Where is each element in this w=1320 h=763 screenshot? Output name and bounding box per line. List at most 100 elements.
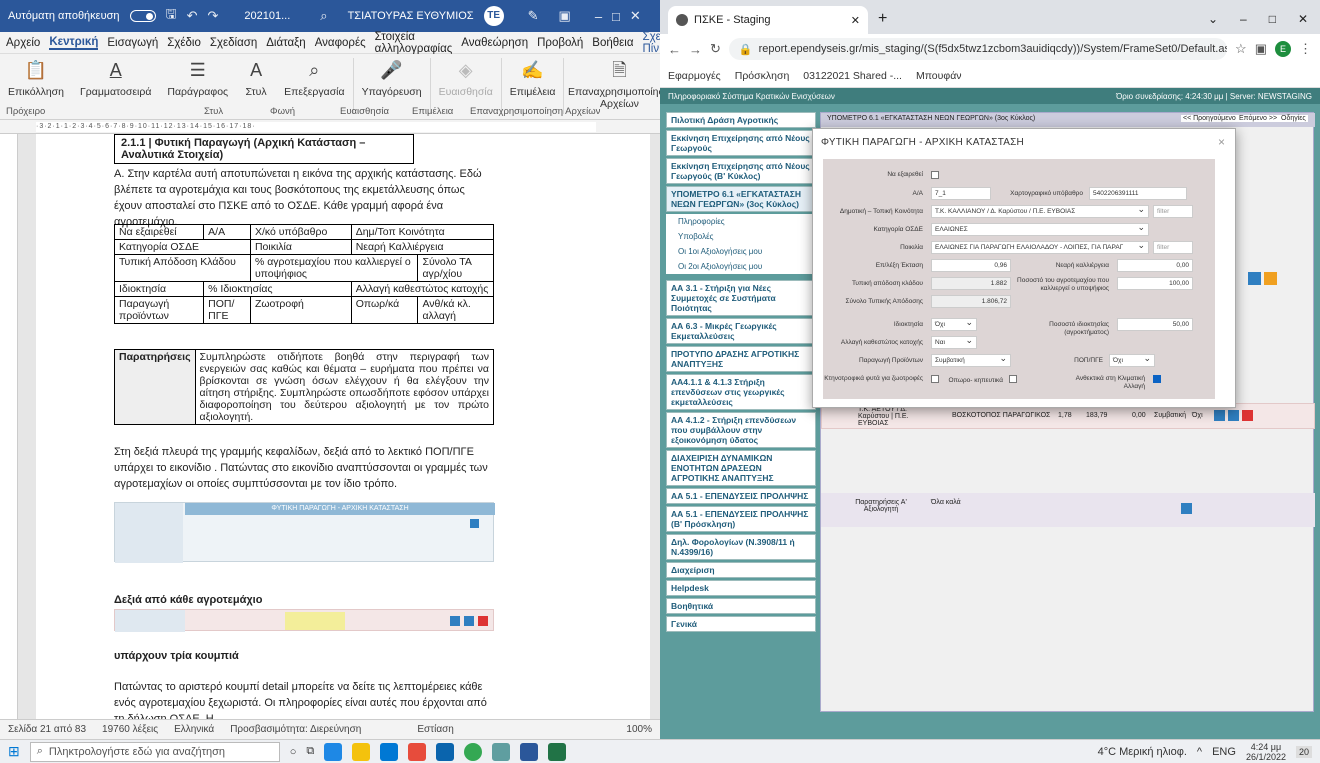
sidebar-item[interactable]: ΑΑ 5.1 - ΕΠΕΝΔΥΣΕΙΣ ΠΡΟΛΗΨΗΣ (Β' Πρόσκλη… bbox=[666, 506, 816, 532]
sidebar-item[interactable]: ΑΑ 5.1 - ΕΠΕΝΔΥΣΕΙΣ ΠΡΟΛΗΨΗΣ bbox=[666, 488, 816, 504]
sidebar-item[interactable]: Helpdesk bbox=[666, 580, 816, 596]
weather-widget[interactable]: 4°C Μερική ηλιοφ. bbox=[1098, 746, 1187, 758]
app-icon[interactable] bbox=[492, 742, 511, 761]
sidebar-item[interactable]: ΔΙΑΧΕΙΡΙΣΗ ΔΥΝΑΜΙΚΩΝ ΕΝΟΤΗΤΩΝ ΔΡΑΣΕΩΝ ΑΓ… bbox=[666, 450, 816, 486]
production-select[interactable]: Συμβατική bbox=[931, 354, 1011, 367]
sidebar-item[interactable]: Πιλοτική Δράση Αγροτικής bbox=[666, 112, 816, 128]
sidebar-item[interactable]: Γενικά bbox=[666, 616, 816, 632]
pct-field[interactable]: 100,00 bbox=[1117, 277, 1193, 290]
accessibility[interactable]: Προσβασιμότητα: Διερεύνηση bbox=[230, 724, 361, 735]
paste-button[interactable]: 📋 Επικόλληση bbox=[0, 58, 72, 98]
sidebar-item-active[interactable]: ΥΠΟΜΕΤΡΟ 6.1 «ΕΓΚΑΤΑΣΤΑΣΗ ΝΕΩΝ ΓΕΩΡΓΩΝ» … bbox=[666, 186, 816, 212]
task-view-icon[interactable]: ⧉ bbox=[306, 745, 314, 758]
back-icon[interactable]: ← bbox=[668, 42, 681, 57]
sidebar-item[interactable]: Εκκίνηση Επιχείρησης από Νέους Γεωργούς bbox=[666, 130, 816, 156]
variety-select[interactable]: ΕΛΑΙΩΝΕΣ ΓΙΑ ΠΑΡΑΓΩΓΗ ΕΛΑΙΟΛΑΔΟΥ - ΛΟΙΠΕ… bbox=[931, 241, 1149, 254]
pop-select[interactable]: Όχι bbox=[1109, 354, 1155, 367]
young-field[interactable]: 0,00 bbox=[1117, 259, 1193, 272]
undo-icon[interactable]: ↶ bbox=[187, 8, 198, 24]
bookmark-invite[interactable]: Πρόσκληση bbox=[735, 70, 790, 82]
excel-icon[interactable] bbox=[548, 742, 567, 761]
store-icon[interactable] bbox=[324, 742, 343, 761]
sidebar-item[interactable]: Δηλ. Φορολογίων (Ν.3908/11 ή Ν.4399/16) bbox=[666, 534, 816, 560]
change-select[interactable]: Ναι bbox=[931, 336, 977, 349]
aa-field[interactable]: 7_1 bbox=[931, 187, 991, 200]
menu-table-design[interactable]: Σχεδίαση Πίν bbox=[642, 31, 660, 55]
climate-checkbox[interactable] bbox=[1153, 375, 1161, 383]
styles-button[interactable]: A Στυλ bbox=[236, 58, 276, 98]
next-button[interactable]: Επόμενο >> bbox=[1237, 115, 1280, 122]
menu-view[interactable]: Προβολή bbox=[537, 37, 583, 49]
guide-button[interactable]: Οδηγίες bbox=[1279, 115, 1308, 122]
minimize-icon[interactable]: – bbox=[595, 9, 602, 24]
taskbar-search[interactable]: ⌕ Πληκτρολογήστε εδώ για αναζήτηση bbox=[29, 741, 280, 762]
input-language[interactable]: ENG bbox=[1212, 746, 1236, 758]
sidebar-item[interactable]: ΠΡΟΤΥΠΟ ΔΡΑΣΗΣ ΑΓΡΟΤΙΚΗΣ ΑΝΑΠΤΥΞΗΣ bbox=[666, 346, 816, 372]
own-pct-field[interactable]: 50,00 bbox=[1117, 318, 1193, 331]
search-icon[interactable]: ⌕ bbox=[320, 8, 327, 24]
paragraph-button[interactable]: ☰ Παράγραφος bbox=[159, 58, 236, 98]
sidebar-item[interactable]: ΑΑ 6.3 - Μικρές Γεωργικές Εκμεταλλεύσεις bbox=[666, 318, 816, 344]
menu-review[interactable]: Αναθεώρηση bbox=[461, 37, 528, 49]
tray-chevron-icon[interactable]: ^ bbox=[1197, 746, 1202, 758]
word-count[interactable]: 19760 λέξεις bbox=[102, 724, 158, 735]
cortana-icon[interactable]: ○ bbox=[290, 746, 297, 758]
sidebar-subitem-second-eval[interactable]: Οι 2οι Αξιολογήσεις μου bbox=[666, 259, 816, 274]
maximize-icon[interactable]: □ bbox=[612, 9, 620, 24]
community-filter[interactable]: filter bbox=[1153, 205, 1193, 218]
sidebar-item[interactable]: Διαχείριση bbox=[666, 562, 816, 578]
sidebar-item[interactable]: ΑΑ 3.1 - Στήριξη για Νέες Συμμετοχές σε … bbox=[666, 280, 816, 316]
mail-icon[interactable] bbox=[380, 742, 399, 761]
community-select[interactable]: Τ.Κ. ΚΑΛΛΙΑΝΟΥ / Δ. Καρύστου / Π.Ε. ΕΥΒΟ… bbox=[931, 205, 1149, 218]
category-select[interactable]: ΕΛΑΙΩΝΕΣ bbox=[931, 223, 1149, 236]
delete-button[interactable] bbox=[1242, 410, 1253, 421]
maximize-icon[interactable]: □ bbox=[1269, 12, 1276, 26]
close-icon[interactable]: ✕ bbox=[1298, 12, 1308, 26]
editing-button[interactable]: ⌕ Επεξεργασία bbox=[276, 58, 353, 98]
vertical-ruler[interactable] bbox=[0, 134, 18, 719]
sensitivity-button[interactable]: ◈ Ευαισθησία bbox=[431, 58, 501, 98]
menu-icon[interactable]: ⋮ bbox=[1299, 41, 1312, 57]
save-row-button[interactable] bbox=[1248, 272, 1261, 285]
file-name[interactable]: 202101... bbox=[244, 10, 290, 22]
sidebar-item[interactable]: Βοηθητικά bbox=[666, 598, 816, 614]
sidebar-item[interactable]: ΑΑ4.1.1 & 4.1.3 Στήριξη επενδύσεων στις … bbox=[666, 374, 816, 410]
office-icon[interactable] bbox=[408, 742, 427, 761]
profile-avatar[interactable]: E bbox=[1275, 41, 1291, 57]
reuse-button[interactable]: 🗎Επαναχρησιμοποίηση Αρχείων bbox=[564, 58, 660, 110]
clock[interactable]: 4:24 μμ 26/1/2022 bbox=[1246, 742, 1286, 762]
zoom-level[interactable]: 100% bbox=[626, 724, 652, 735]
map-field[interactable]: 5402206391111 bbox=[1089, 187, 1187, 200]
sidebar-subitem-first-eval[interactable]: Οι 1οι Αξιολογήσεις μου bbox=[666, 244, 816, 259]
dictate-button[interactable]: 🎤 Υπαγόρευση bbox=[354, 58, 430, 98]
menu-design[interactable]: Σχέδιο bbox=[167, 37, 201, 49]
sidebar-subitem-info[interactable]: Πληροφορίες bbox=[666, 214, 816, 229]
menu-home[interactable]: Κεντρική bbox=[49, 36, 99, 50]
redo-icon[interactable]: ↷ bbox=[208, 8, 219, 24]
chrome-icon[interactable] bbox=[464, 742, 483, 761]
sidebar-item[interactable]: ΑΑ 4.1.2 - Στήριξη επενδύσεων που συμβάλ… bbox=[666, 412, 816, 448]
focus-mode[interactable]: Εστίαση bbox=[417, 724, 454, 735]
extensions-icon[interactable]: ▣ bbox=[1255, 41, 1267, 57]
language[interactable]: Ελληνικά bbox=[174, 724, 214, 735]
document-page[interactable]: 2.1.1 | Φυτική Παραγωγή (Αρχική Κατάστασ… bbox=[36, 134, 650, 719]
menu-help[interactable]: Βοήθεια bbox=[592, 37, 633, 49]
star-icon[interactable]: ☆ bbox=[1235, 41, 1247, 57]
autosave-toggle[interactable] bbox=[129, 10, 156, 22]
tab-search-icon[interactable]: ⌄ bbox=[1208, 12, 1218, 26]
reload-icon[interactable]: ↻ bbox=[710, 41, 721, 57]
sidebar-subitem-submissions[interactable]: Υποβολές bbox=[666, 229, 816, 244]
page-count[interactable]: Σελίδα 21 από 83 bbox=[8, 724, 86, 735]
modal-close-icon[interactable]: × bbox=[1218, 135, 1225, 149]
minimize-icon[interactable]: – bbox=[1240, 12, 1247, 26]
orchard-checkbox[interactable] bbox=[1009, 375, 1017, 383]
word-icon[interactable] bbox=[520, 742, 539, 761]
forward-icon[interactable]: → bbox=[689, 42, 702, 57]
bookmark-shared[interactable]: 03122021 Shared -... bbox=[803, 70, 902, 82]
tab-close-icon[interactable]: ✕ bbox=[851, 14, 860, 27]
detail-button[interactable] bbox=[1214, 410, 1225, 421]
prev-button[interactable]: << Προηγούμενο bbox=[1181, 115, 1238, 122]
bookmark-jacket[interactable]: Μπουφάν bbox=[916, 70, 962, 82]
cancel-row-button[interactable] bbox=[1264, 272, 1277, 285]
menu-insert[interactable]: Εισαγωγή bbox=[107, 37, 158, 49]
